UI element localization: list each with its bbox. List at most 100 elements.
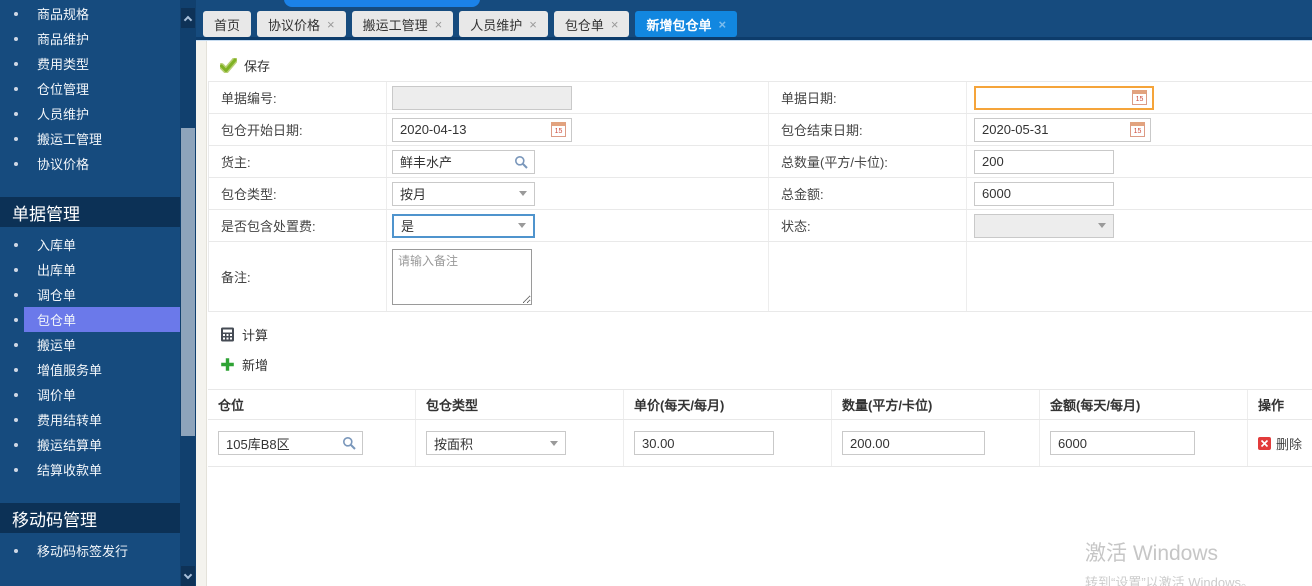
sidebar: 商品规格 商品维护 费用类型 仓位管理 人员维护 搬运工管理 协议价格 单据管理… — [0, 0, 180, 586]
close-icon[interactable]: × — [611, 18, 619, 31]
content-left-gutter — [196, 41, 207, 586]
include-disposal-fee-select[interactable]: 是 — [392, 214, 535, 238]
scroll-up-button[interactable] — [181, 8, 195, 28]
delete-button[interactable]: 删除 — [1258, 434, 1302, 453]
add-row-button[interactable]: 新增 — [220, 355, 268, 374]
lease-start-date-value: 2020-04-13 — [400, 122, 551, 137]
sidebar-item-fee-carryover-order[interactable]: 费用结转单 — [0, 407, 180, 432]
sidebar-item-price-adjustment-order[interactable]: 调价单 — [0, 382, 180, 407]
row-lease-type-select[interactable]: 按面积 — [426, 431, 566, 455]
unit-price-field[interactable] — [634, 431, 774, 455]
sidebar-item-agreement-price[interactable]: 协议价格 — [0, 151, 180, 176]
quantity-field[interactable] — [842, 431, 985, 455]
tab-warehouse-lease-order[interactable]: 包仓单× — [554, 11, 630, 37]
sidebar-item-label: 调仓单 — [37, 285, 76, 304]
remark-textarea[interactable] — [392, 249, 532, 305]
close-icon[interactable]: × — [529, 18, 537, 31]
tab-new-warehouse-lease-order[interactable]: 新增包仓单× — [635, 11, 737, 37]
tab-personnel-maintenance[interactable]: 人员维护 × — [459, 11, 548, 37]
calendar-icon[interactable] — [551, 122, 566, 137]
sidebar-item-warehouse-lease-order[interactable]: 包仓单 — [0, 307, 180, 332]
search-icon[interactable] — [342, 436, 356, 450]
bullet-icon — [14, 468, 18, 472]
sidebar-section-doc-management: 单据管理 — [0, 197, 180, 227]
sidebar-item-personnel-maintenance[interactable]: 人员维护 — [0, 101, 180, 126]
total-amount-label: 总金额: — [768, 178, 966, 209]
lease-start-date-field[interactable]: 2020-04-13 — [392, 118, 572, 142]
close-icon[interactable]: × — [718, 18, 726, 31]
close-icon[interactable]: × — [327, 18, 335, 31]
sidebar-item-label: 结算收款单 — [37, 460, 102, 479]
sidebar-item-handling-settlement-order[interactable]: 搬运结算单 — [0, 432, 180, 457]
sidebar-item-inbound-order[interactable]: 入库单 — [0, 232, 180, 257]
sidebar-item-slot-management[interactable]: 仓位管理 — [0, 76, 180, 101]
bullet-icon — [14, 137, 18, 141]
section-header-label: 单据管理 — [12, 200, 80, 225]
check-icon — [220, 58, 237, 73]
total-amount-field[interactable] — [974, 182, 1114, 206]
sidebar-item-label: 入库单 — [37, 235, 76, 254]
add-button-label: 新增 — [242, 355, 268, 374]
amount-field[interactable] — [1050, 431, 1195, 455]
dropdown-arrow-icon — [519, 191, 527, 196]
chevron-up-icon — [184, 15, 192, 23]
sidebar-item-label: 搬运单 — [37, 335, 76, 354]
sidebar-item-outbound-order[interactable]: 出库单 — [0, 257, 180, 282]
lease-start-date-label: 包仓开始日期: — [209, 114, 386, 145]
doc-date-field[interactable] — [974, 86, 1154, 110]
sidebar-item-value-added-service-order[interactable]: 增值服务单 — [0, 357, 180, 382]
col-header-warehouse-slot: 仓位 — [208, 390, 415, 419]
dropdown-arrow-icon — [550, 441, 558, 446]
sidebar-item-label: 增值服务单 — [37, 360, 102, 379]
lease-type-label: 包仓类型: — [209, 178, 386, 209]
sidebar-item-label: 商品规格 — [37, 4, 89, 23]
tab-agreement-price[interactable]: 协议价格× — [257, 11, 346, 37]
table-row: 105库B8区 按面积 删除 — [208, 420, 1312, 467]
sidebar-item-label: 调价单 — [37, 385, 76, 404]
sidebar-item-handling-order[interactable]: 搬运单 — [0, 332, 180, 357]
sidebar-scrollbar[interactable] — [180, 0, 196, 586]
sidebar-item-fee-type[interactable]: 费用类型 — [0, 51, 180, 76]
tab-label: 首页 — [214, 15, 240, 34]
tab-label: 人员维护 — [470, 15, 522, 34]
chevron-down-icon — [184, 570, 192, 578]
sidebar-item-product-maintenance[interactable]: 商品维护 — [0, 26, 180, 51]
doc-date-label: 单据日期: — [768, 82, 966, 113]
sidebar-item-transfer-order[interactable]: 调仓单 — [0, 282, 180, 307]
sidebar-item-product-spec[interactable]: 商品规格 — [0, 1, 180, 26]
col-header-unit-price: 单价(每天/每月) — [623, 390, 831, 419]
total-quantity-field[interactable] — [974, 150, 1114, 174]
slot-search-field[interactable]: 105库B8区 — [218, 431, 363, 455]
calendar-icon[interactable] — [1132, 90, 1147, 105]
sidebar-item-label: 搬运结算单 — [37, 435, 102, 454]
sidebar-item-label: 移动码标签发行 — [37, 541, 128, 560]
sidebar-item-mobile-code-label-issue[interactable]: 移动码标签发行 — [0, 538, 180, 563]
doc-number-label: 单据编号: — [209, 82, 386, 113]
tab-porter-management[interactable]: 搬运工管理× — [352, 11, 454, 37]
lease-end-date-field[interactable]: 2020-05-31 — [974, 118, 1151, 142]
close-icon[interactable]: × — [435, 18, 443, 31]
order-form: 单据编号: 单据日期: 包仓开始日期: 2020-04-13 包仓结束日期 — [208, 81, 1312, 312]
sidebar-item-settlement-receipt-order[interactable]: 结算收款单 — [0, 457, 180, 482]
scroll-down-button[interactable] — [181, 566, 195, 586]
scrollbar-thumb[interactable] — [181, 128, 195, 436]
tab-home[interactable]: 首页 — [203, 11, 251, 37]
bullet-icon — [14, 62, 18, 66]
sidebar-item-label: 协议价格 — [37, 154, 89, 173]
sidebar-item-porter-management[interactable]: 搬运工管理 — [0, 126, 180, 151]
calculate-button[interactable]: 计算 — [220, 325, 268, 344]
top-nav-button-partial[interactable] — [284, 0, 480, 7]
owner-field[interactable]: 鲜丰水产 — [392, 150, 535, 174]
lease-type-value: 按月 — [400, 184, 426, 203]
lease-type-select[interactable]: 按月 — [392, 182, 535, 206]
bullet-icon — [14, 87, 18, 91]
tab-bar: 首页 协议价格× 搬运工管理× 人员维护 × 包仓单× 新增包仓单× — [203, 11, 737, 37]
doc-number-field[interactable] — [392, 86, 572, 110]
save-button[interactable]: 保存 — [220, 56, 270, 75]
owner-value: 鲜丰水产 — [400, 152, 510, 171]
dropdown-arrow-icon — [518, 223, 526, 228]
search-icon[interactable] — [514, 155, 528, 169]
calendar-icon[interactable] — [1130, 122, 1145, 137]
status-select[interactable] — [974, 214, 1114, 238]
sidebar-item-label: 仓位管理 — [37, 79, 89, 98]
